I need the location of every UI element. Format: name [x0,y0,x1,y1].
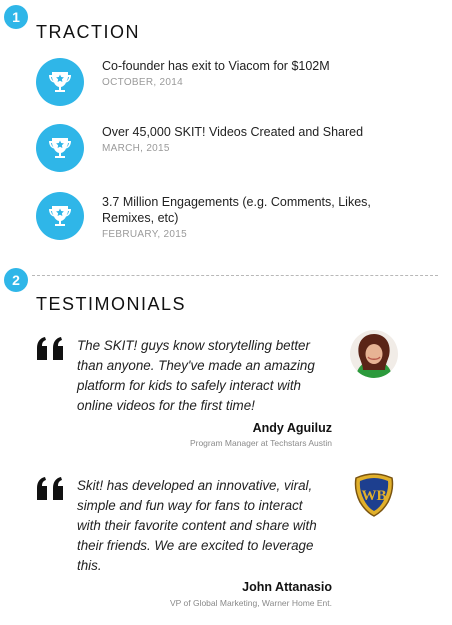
step-1-number: 1 [12,9,20,25]
traction-headline: 3.7 Million Engagements (e.g. Comments, … [102,195,371,225]
trophy-icon [36,58,84,106]
quote-mark-icon [37,477,63,500]
testimonial-quote: The SKIT! guys know storytelling better … [77,338,315,413]
warner-bros-shield-logo: WB [350,470,398,518]
traction-item: 3.7 Million Engagements (e.g. Comments, … [36,192,436,242]
traction-item: Over 45,000 SKIT! Videos Created and Sha… [36,124,436,174]
step-1-badge: 1 [4,5,28,29]
traction-item: Co-founder has exit to Viacom for $102M … [36,58,436,108]
traction-heading: TRACTION [36,22,140,42]
author-photo [350,330,398,378]
quote-mark-icon [37,337,63,360]
traction-date: FEBRUARY, 2015 [102,229,187,240]
traction-headline: Over 45,000 SKIT! Videos Created and Sha… [102,125,364,139]
testimonial-author-role: Program Manager at Techstars Austin [189,438,332,448]
traction-headline: Co-founder has exit to Viacom for $102M [102,59,330,73]
step-2-number: 2 [12,272,20,288]
traction-date: OCTOBER, 2014 [102,77,183,88]
trophy-icon [36,192,84,240]
trophy-icon [36,124,84,172]
testimonial-card: The SKIT! guys know storytelling better … [36,330,436,456]
step-2-badge: 2 [4,268,28,292]
section-divider [32,275,438,276]
testimonial-card: Skit! has developed an innovative, viral… [36,473,436,616]
svg-text:WB: WB [361,488,386,504]
testimonial-author: Andy Aguiluz [252,421,332,435]
testimonial-quote: Skit! has developed an innovative, viral… [77,478,317,573]
testimonial-author-role: VP of Global Marketing, Warner Home Ent. [169,598,332,608]
testimonials-heading: TESTIMONIALS [36,294,187,314]
traction-date: MARCH, 2015 [102,143,170,154]
testimonial-author: John Attanasio [242,580,332,594]
